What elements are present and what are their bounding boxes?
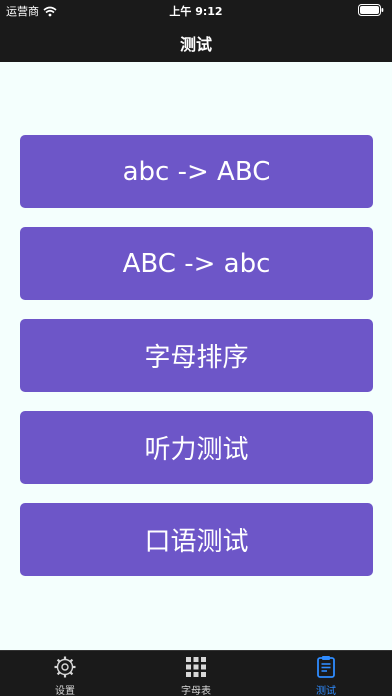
status-bar: 运营商 上午 9:12 [0,0,392,20]
speaking-test-button[interactable]: 口语测试 [20,503,373,576]
status-time: 上午 9:12 [169,5,223,18]
tab-settings-label: 设置 [55,686,75,696]
tab-test[interactable]: 测试 [276,655,376,696]
clipboard-icon [317,656,335,678]
letter-sort-button[interactable]: 字母排序 [20,319,373,392]
grid-icon [186,657,206,677]
tab-alphabet[interactable]: 字母表 [146,655,246,696]
listening-test-button[interactable]: 听力测试 [20,411,373,484]
tab-settings[interactable]: 设置 [15,655,115,696]
upper-to-lower-button[interactable]: ABC -> abc [20,227,373,300]
tab-test-label: 测试 [316,686,336,696]
page-title: 测试 [179,35,212,54]
screen: 运营商 上午 9:12 测试 abc -> ABC ABC -> abc 字母排… [0,0,392,696]
tab-bar: 设置 字母表 测试 [0,650,392,696]
gear-icon [54,656,76,678]
battery-icon [358,4,384,16]
tab-alphabet-label: 字母表 [181,686,211,696]
lower-to-upper-button[interactable]: abc -> ABC [20,135,373,208]
navigation-bar: 测试 [0,20,392,62]
